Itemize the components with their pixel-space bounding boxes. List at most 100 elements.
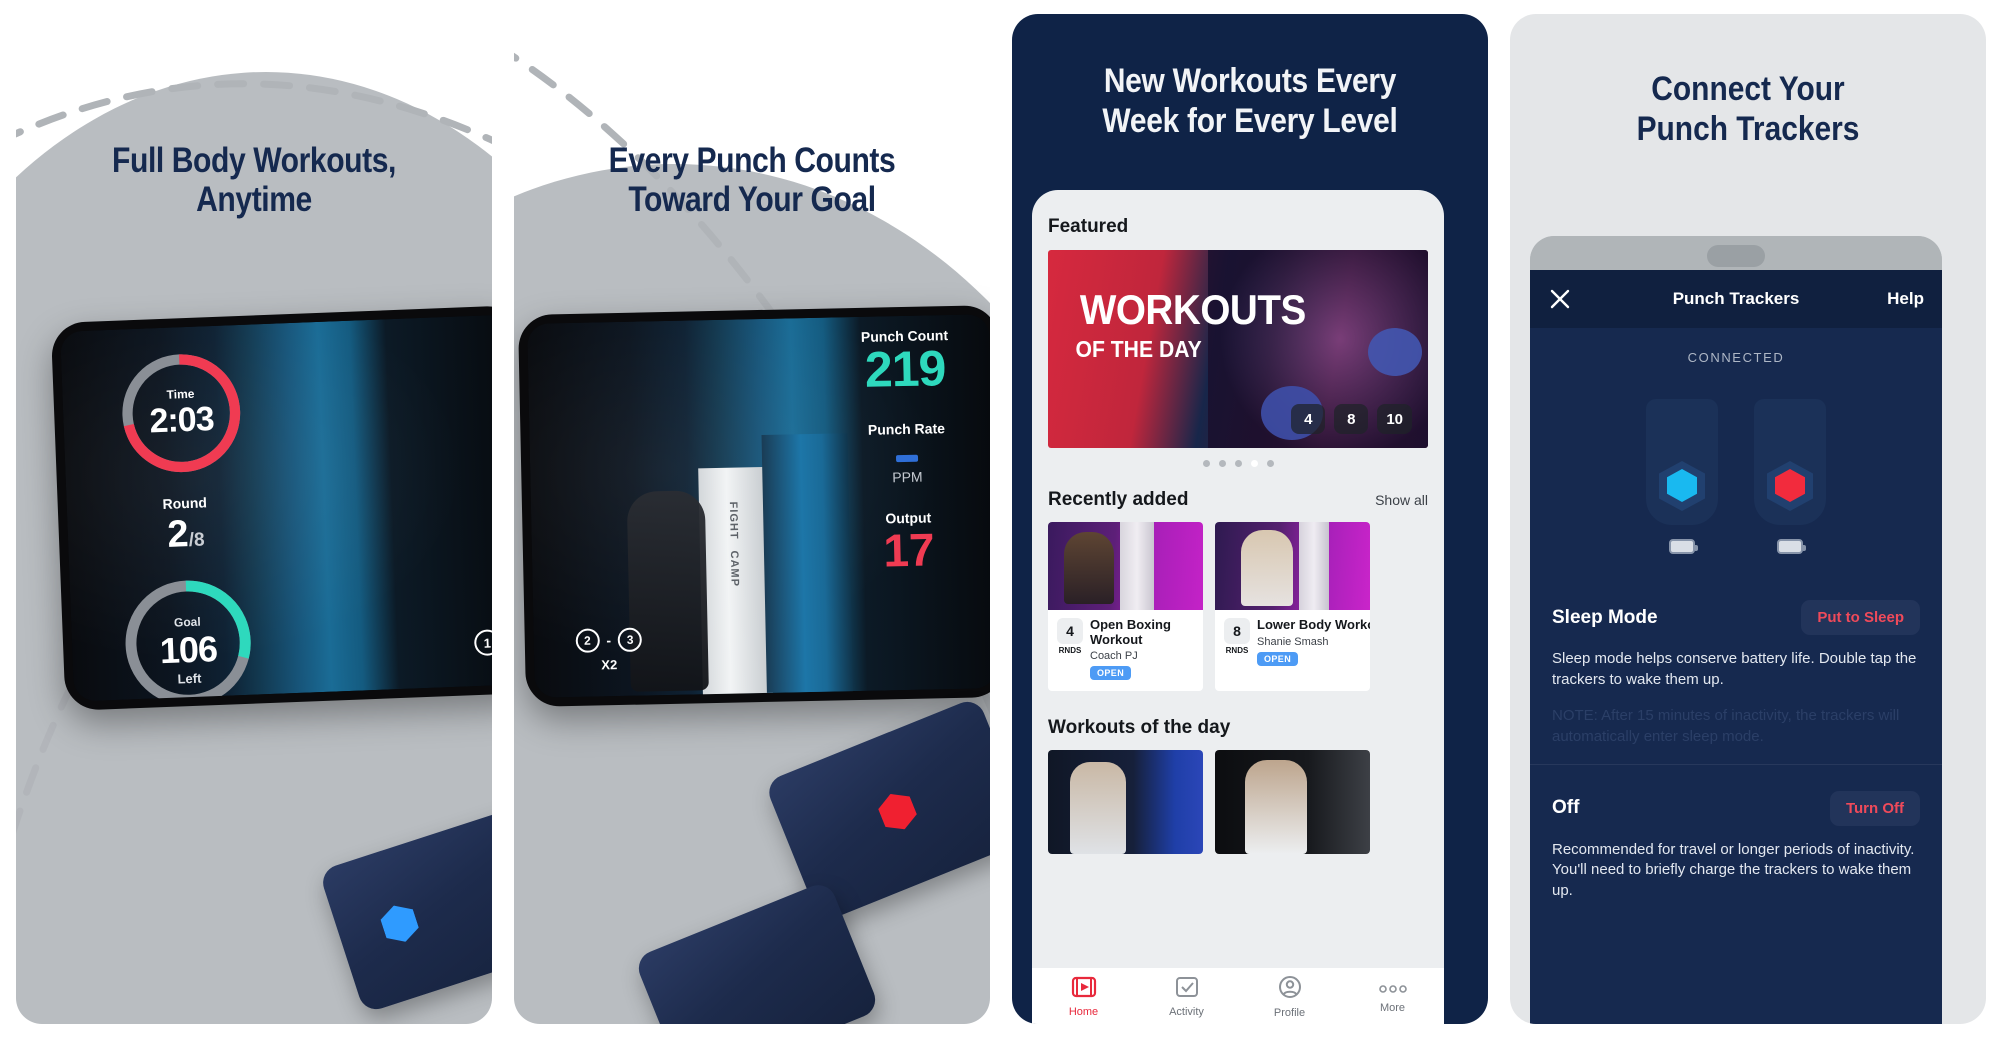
page-title: Connect Your Punch Trackers: [1539, 70, 1958, 150]
round-value: 2: [166, 513, 190, 556]
carousel-dot[interactable]: [1266, 460, 1274, 467]
tab-activity-label: Activity: [1169, 1006, 1204, 1018]
headline-line-1: Full Body Workouts,: [112, 141, 396, 180]
tab-profile-label: Profile: [1273, 1007, 1306, 1019]
headline-line-2: Week for Every Level: [1102, 101, 1398, 140]
tracker-right: [1754, 399, 1826, 554]
round-pill[interactable]: 4: [1291, 404, 1326, 434]
recently-added-label: Recently added: [1048, 489, 1189, 510]
combo-separator: -: [606, 632, 612, 649]
output-value: 17: [882, 523, 936, 577]
carousel-dot[interactable]: [1234, 460, 1242, 467]
workout-rounds: 8 RNDS: [1224, 618, 1250, 667]
punch-rate-unit: PPM: [892, 468, 923, 486]
phone-mockup: Time 2:03 Round 2/8 Goal 106 Left 1: [50, 305, 492, 711]
bottom-tab-bar: Home Activity Profile More: [1032, 968, 1444, 1024]
tab-activity[interactable]: Activity: [1135, 976, 1238, 1018]
round-readout: Round 2/8: [120, 493, 250, 559]
workout-card-athlete: [1064, 532, 1114, 604]
tracker-list: [1530, 399, 1942, 554]
tracker-left: [1646, 399, 1718, 554]
help-link[interactable]: Help: [1887, 289, 1924, 309]
off-header: Off Turn Off: [1552, 790, 1920, 826]
round-pill[interactable]: 10: [1377, 404, 1412, 434]
workout-card-coach: Coach PJ: [1090, 650, 1138, 663]
close-icon[interactable]: [1548, 287, 1572, 311]
carousel-dots: [1048, 460, 1428, 467]
recently-added-header: Recently added Show all: [1048, 489, 1428, 511]
tab-profile[interactable]: Profile: [1238, 975, 1341, 1019]
goal-ring: Goal 106 Left: [118, 573, 259, 702]
carousel-dot[interactable]: [1218, 460, 1226, 467]
headline-line-2: Toward Your Goal: [628, 179, 876, 219]
tracker-led-icon: [875, 788, 921, 836]
workout-card-image: [1048, 750, 1203, 855]
workout-card-athlete: [1245, 760, 1307, 855]
workout-card[interactable]: 4 RNDS Open Boxing Workout Coach PJ OPEN: [1048, 522, 1203, 692]
workout-card[interactable]: 8 RNDS Lower Body Workout Shanie Smash O…: [1215, 522, 1370, 692]
tracker-right-body: [1754, 399, 1826, 525]
tab-home[interactable]: Home: [1032, 976, 1135, 1018]
bag-brand-text: FIGHT CAMP: [727, 501, 741, 587]
phone-mockup: Featured WORKOUTS OF THE DAY 4 8 10 Rece…: [1032, 190, 1444, 1024]
battery-icon: [1777, 539, 1806, 554]
app-content: Featured WORKOUTS OF THE DAY 4 8 10 Rece…: [1032, 190, 1444, 855]
bag-brand-line-2: CAMP: [727, 550, 741, 588]
workouts-of-day-label: Workouts of the day: [1048, 717, 1231, 739]
headline-line-2: Anytime: [196, 179, 312, 219]
tab-more[interactable]: More: [1341, 981, 1444, 1014]
goal-ring-value: 106: [159, 628, 218, 672]
sheet-nav-bar: Punch Trackers Help: [1530, 270, 1942, 328]
show-all-link[interactable]: Show all: [1375, 492, 1428, 508]
panel-connect-punch-trackers: Connect Your Punch Trackers Punch Tracke…: [1510, 14, 1986, 1024]
workout-open-badge: OPEN: [1090, 666, 1132, 681]
recently-added-list: 4 RNDS Open Boxing Workout Coach PJ OPEN: [1048, 522, 1428, 692]
carousel-dot-active[interactable]: [1250, 460, 1258, 467]
sleep-mode-header: Sleep Mode Put to Sleep: [1552, 600, 1920, 635]
workout-card[interactable]: [1215, 750, 1370, 855]
battery-icon: [1669, 539, 1698, 554]
workout-card-image: [1215, 522, 1370, 610]
featured-glove-right: [1368, 328, 1422, 376]
workout-card-athlete: [1241, 530, 1293, 606]
workout-card-coach: Shanie Smash: [1257, 635, 1329, 648]
phone-screen: Time 2:03 Round 2/8 Goal 106 Left 1: [60, 314, 492, 702]
page-title: Every Punch Counts Toward Your Goal: [547, 141, 956, 219]
off-label: Off: [1552, 797, 1580, 819]
app-store-screenshot-gallery: Full Body Workouts, Anytime Time 2:03 Ro…: [0, 0, 1996, 1038]
connection-status: CONNECTED: [1687, 350, 1785, 365]
workout-rounds-value: 4: [1057, 618, 1083, 644]
combo-indicator: 2 - 3 X2: [544, 627, 675, 674]
workout-card[interactable]: [1048, 750, 1203, 855]
tab-home-label: Home: [1068, 1006, 1099, 1018]
carousel-dot[interactable]: [1202, 460, 1210, 467]
workout-card-bag: [1299, 522, 1329, 610]
phone-screen: FIGHT CAMP Punch Count 219 Punch Rate PP…: [527, 314, 990, 698]
phone-notch: [1707, 245, 1765, 267]
workout-open-badge: OPEN: [1257, 651, 1299, 666]
checkbox-icon: [1175, 977, 1198, 997]
sleep-mode-row: Sleep Mode Put to Sleep Sleep mode helps…: [1530, 582, 1942, 764]
tracker-left-body: [1646, 399, 1718, 525]
off-row: Off Turn Off Recommended for travel or l…: [1530, 765, 1942, 918]
round-pill[interactable]: 8: [1334, 404, 1369, 434]
punch-stats-panel: Punch Count 219 Punch Rate PPM Output 17: [829, 326, 984, 577]
workout-card-body: 8 RNDS Lower Body Workout Shanie Smash O…: [1215, 610, 1370, 677]
put-to-sleep-button[interactable]: Put to Sleep: [1801, 600, 1920, 635]
turn-off-button[interactable]: Turn Off: [1829, 790, 1920, 826]
combo-multiplier: X2: [601, 657, 618, 673]
featured-workout-card[interactable]: WORKOUTS OF THE DAY 4 8 10: [1048, 250, 1428, 448]
panel-every-punch-counts: Every Punch Counts Toward Your Goal FIGH…: [514, 14, 990, 1024]
workout-card-meta: Lower Body Workout Shanie Smash OPEN: [1257, 617, 1370, 667]
workouts-of-day-list: [1048, 750, 1428, 855]
workout-card-athlete: [1070, 762, 1126, 855]
panel-new-workouts: New Workouts Every Week for Every Level …: [1012, 14, 1488, 1024]
sheet-title: Punch Trackers: [1672, 289, 1800, 308]
workout-card-bag: [1120, 522, 1154, 610]
phone-mockup: Punch Trackers Help CONNECTED Sleep Mode…: [1530, 236, 1942, 1024]
punch-rate-bar: [895, 454, 919, 463]
page-title: New Workouts Every Week for Every Level: [1041, 62, 1460, 142]
headline-line-1: New Workouts Every: [1103, 62, 1397, 100]
time-ring-value: 2:03: [148, 399, 215, 441]
featured-card-title: WORKOUTS: [1079, 286, 1306, 333]
